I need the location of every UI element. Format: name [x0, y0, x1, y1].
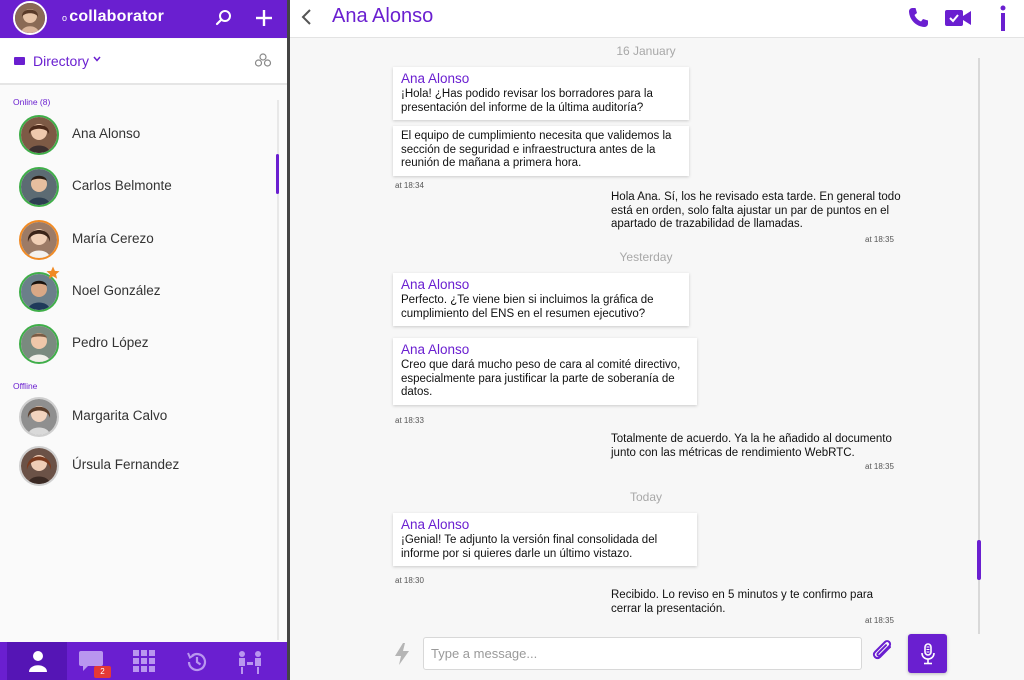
contact-name: Carlos Belmonte — [72, 178, 172, 193]
plus-icon — [256, 10, 272, 26]
history-icon — [187, 652, 207, 672]
paperclip-icon[interactable] — [870, 639, 896, 665]
microphone-icon — [920, 642, 935, 664]
message-sender: Ana Alonso — [401, 342, 470, 357]
chat-scrollbar-thumb[interactable] — [977, 540, 981, 580]
contact-name: Úrsula Fernandez — [72, 457, 180, 472]
contact-item[interactable]: Noel González — [0, 266, 276, 318]
video-icon — [945, 10, 971, 26]
offline-group-label: Offline — [13, 381, 38, 391]
contact-item[interactable]: María Cerezo — [0, 216, 276, 266]
date-separator: Yesterday — [619, 250, 673, 264]
call-button[interactable] — [903, 3, 933, 33]
grid-icon — [133, 650, 155, 672]
record-voice-button[interactable] — [908, 634, 947, 673]
avatar — [19, 324, 59, 364]
sent-message: Totalmente de acuerdo. Ya la he añadido … — [611, 433, 892, 459]
message-text: El equipo de cumplimiento necesita que v… — [401, 130, 672, 169]
contact-item[interactable]: Pedro López — [0, 320, 276, 370]
my-avatar[interactable] — [13, 1, 47, 35]
sidebar: o collaborator Directory Online (8) Ana A… — [0, 0, 288, 680]
avatar — [19, 397, 59, 437]
message-time: at 18:34 — [395, 181, 424, 190]
directory-icon — [14, 57, 25, 65]
nav-org-chart[interactable] — [235, 650, 265, 676]
contact-name: Ana Alonso — [72, 126, 141, 141]
sidebar-header: o collaborator — [0, 0, 288, 38]
add-button[interactable] — [251, 5, 277, 31]
info-icon — [1000, 5, 1006, 31]
message-sender: Ana Alonso — [401, 517, 470, 532]
contact-item[interactable]: Úrsula Fernandez — [0, 442, 276, 492]
message-time: at 18:35 — [865, 235, 894, 244]
search-button[interactable] — [211, 5, 237, 31]
avatar — [19, 446, 59, 486]
message-time: at 18:33 — [395, 416, 424, 425]
group-filter-icon[interactable] — [254, 53, 272, 69]
message-time: at 18:35 — [865, 462, 894, 471]
sent-message: Hola Ana. Sí, los he revisado esta tarde… — [611, 191, 901, 230]
star-icon — [46, 266, 60, 279]
message-input[interactable] — [423, 637, 862, 670]
received-message: Ana Alonso Perfecto. ¿Te viene bien si i… — [393, 273, 689, 326]
search-icon — [215, 10, 231, 26]
received-message: Ana Alonso Creo que dará mucho peso de c… — [393, 338, 697, 405]
message-time: at 18:30 — [395, 576, 424, 585]
avatar — [19, 115, 59, 155]
date-separator: Today — [629, 490, 663, 504]
chat-header: Ana Alonso — [290, 0, 1024, 38]
received-message: Ana Alonso ¡Hola! ¿Has podido revisar lo… — [393, 67, 689, 120]
back-arrow-icon[interactable] — [300, 8, 314, 26]
org-chart-icon — [239, 651, 261, 674]
received-message: Ana Alonso ¡Genial! Te adjunto la versió… — [393, 513, 697, 566]
contact-item[interactable]: Margarita Calvo — [0, 393, 276, 443]
info-button[interactable] — [988, 3, 1018, 33]
chat-title: Ana Alonso — [332, 5, 434, 27]
message-sender: Ana Alonso — [401, 277, 470, 292]
contact-name: Pedro López — [72, 335, 149, 350]
avatar — [19, 220, 59, 260]
avatar — [19, 167, 59, 207]
unread-badge: 2 — [94, 666, 111, 678]
directory-dropdown[interactable]: Directory — [33, 53, 89, 69]
contact-name: Margarita Calvo — [72, 408, 168, 423]
message-text: Perfecto. ¿Te viene bien si incluimos la… — [401, 294, 654, 320]
bolt-icon[interactable] — [394, 643, 410, 665]
contact-item[interactable]: Carlos Belmonte — [0, 163, 276, 213]
user-icon — [29, 651, 47, 672]
phone-icon — [909, 8, 928, 27]
chat-panel: Ana Alonso 16 January Ana Alonso ¡Hola! … — [290, 0, 1024, 680]
online-group-label: Online (8) — [13, 97, 51, 107]
message-text: Creo que dará mucho peso de cara al comi… — [401, 359, 681, 398]
video-call-button[interactable] — [943, 3, 973, 33]
message-time: at 18:35 — [865, 616, 894, 625]
message-sender: Ana Alonso — [401, 71, 470, 86]
contact-list: Online (8) Ana Alonso Carlos Belmonte Ma… — [0, 86, 288, 642]
app-brand: o collaborator — [62, 8, 165, 25]
bottom-nav: 2 — [0, 642, 288, 680]
contact-item[interactable]: Ana Alonso — [0, 111, 276, 161]
message-text: ¡Genial! Te adjunto la versión final con… — [401, 534, 658, 560]
sent-message: Recibido. Lo reviso en 5 minutos y te co… — [611, 589, 874, 615]
received-message: El equipo de cumplimiento necesita que v… — [393, 126, 689, 176]
sidebar-scrollbar-thumb[interactable] — [276, 154, 279, 194]
nav-contacts[interactable] — [7, 642, 67, 680]
contact-name: Noel González — [72, 283, 161, 298]
contact-name: María Cerezo — [72, 231, 154, 246]
chevron-down-icon[interactable] — [92, 54, 102, 64]
nav-dialpad[interactable] — [129, 650, 159, 676]
message-text: ¡Hola! ¿Has podido revisar los borradore… — [401, 88, 653, 114]
directory-bar: Directory — [0, 39, 288, 85]
nav-history[interactable] — [182, 650, 212, 676]
date-separator: 16 January — [616, 44, 676, 58]
